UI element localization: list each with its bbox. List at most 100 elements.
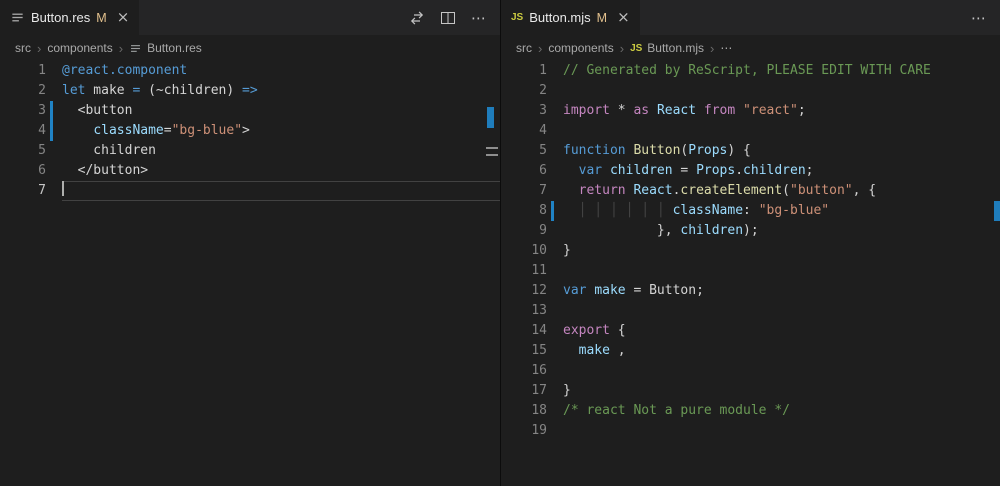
token: ( — [782, 183, 790, 198]
code-line[interactable]: 3 import * as React from "react"; — [501, 101, 1000, 121]
line-number[interactable]: 17 — [501, 381, 547, 401]
breadcrumb-symbol-ellipsis[interactable]: ⋯ — [720, 41, 732, 55]
code-text[interactable]: var children = Props.children; — [563, 161, 1000, 181]
code-text[interactable]: export { — [563, 321, 1000, 341]
token: "bg-blue" — [172, 123, 242, 138]
line-number[interactable]: 4 — [0, 121, 46, 141]
line-number[interactable]: 7 — [501, 181, 547, 201]
line-number[interactable]: 4 — [501, 121, 547, 141]
breadcrumb-item-src[interactable]: src — [516, 41, 532, 55]
breadcrumb-item-components[interactable]: components — [47, 41, 112, 55]
line-number[interactable]: 18 — [501, 401, 547, 421]
tab-button-mjs[interactable]: JS Button.mjs M × — [501, 0, 640, 35]
code-line[interactable]: 10} — [501, 241, 1000, 261]
code-line[interactable]: 16 — [501, 361, 1000, 381]
code-editor-javascript[interactable]: 1 // Generated by ReScript, PLEASE EDIT W… — [501, 61, 1000, 486]
code-line[interactable]: 2 — [501, 81, 1000, 101]
line-number[interactable]: 1 — [0, 61, 46, 81]
line-number[interactable]: 8 — [501, 201, 547, 221]
token: => — [242, 83, 258, 98]
close-icon[interactable]: × — [617, 10, 630, 25]
code-line[interactable]: 6 var children = Props.children; — [501, 161, 1000, 181]
code-text[interactable]: children — [62, 141, 500, 161]
line-number[interactable]: 5 — [501, 141, 547, 161]
line-number[interactable]: 15 — [501, 341, 547, 361]
breadcrumb-file[interactable]: Button.res — [129, 41, 202, 55]
code-line[interactable]: 19 — [501, 421, 1000, 441]
breadcrumb-item-components[interactable]: components — [548, 41, 613, 55]
code-text[interactable]: │ │ │ │ │ │ className: "bg-blue" — [563, 201, 1000, 221]
code-line[interactable]: 17} — [501, 381, 1000, 401]
code-text[interactable] — [563, 121, 1000, 141]
code-text[interactable]: // Generated by ReScript, PLEASE EDIT WI… — [563, 61, 1000, 81]
code-text[interactable]: </button> — [62, 161, 500, 181]
line-number[interactable]: 3 — [0, 101, 46, 121]
line-number[interactable]: 5 — [0, 141, 46, 161]
line-number[interactable]: 6 — [0, 161, 46, 181]
line-number[interactable]: 10 — [501, 241, 547, 261]
token — [563, 203, 579, 218]
code-text[interactable]: className="bg-blue"> — [62, 121, 500, 141]
code-line[interactable]: 11 — [501, 261, 1000, 281]
line-number[interactable]: 6 — [501, 161, 547, 181]
code-text[interactable] — [563, 301, 1000, 321]
code-line[interactable]: 9 }, children); — [501, 221, 1000, 241]
code-text[interactable]: function Button(Props) { — [563, 141, 1000, 161]
code-text[interactable] — [563, 361, 1000, 381]
code-line[interactable]: 7 return React.createElement("button", { — [501, 181, 1000, 201]
code-text[interactable]: let make = (~children) => — [62, 81, 500, 101]
line-number[interactable]: 16 — [501, 361, 547, 381]
line-number[interactable]: 11 — [501, 261, 547, 281]
code-line[interactable]: 12 var make = Button; — [501, 281, 1000, 301]
code-text[interactable]: @react.component — [62, 61, 500, 81]
close-icon[interactable]: × — [117, 10, 130, 25]
code-line[interactable]: 18 /* react Not a pure module */ — [501, 401, 1000, 421]
line-number[interactable]: 1 — [501, 61, 547, 81]
tab-button-res[interactable]: Button.res M × — [0, 0, 139, 35]
code-line[interactable]: 3 <button — [0, 101, 500, 121]
open-changes-icon[interactable] — [406, 7, 428, 29]
line-number[interactable]: 14 — [501, 321, 547, 341]
code-text[interactable]: import * as React from "react"; — [563, 101, 1000, 121]
line-number[interactable]: 7 — [0, 181, 46, 201]
code-text[interactable]: <button — [62, 101, 500, 121]
code-text[interactable]: }, children); — [563, 221, 1000, 241]
code-line[interactable]: 7 — [0, 181, 500, 201]
line-number[interactable]: 9 — [501, 221, 547, 241]
code-text[interactable] — [563, 81, 1000, 101]
more-actions-icon[interactable]: ⋯ — [468, 7, 490, 29]
code-line[interactable]: 13 — [501, 301, 1000, 321]
code-text[interactable] — [563, 261, 1000, 281]
code-text[interactable]: } — [563, 381, 1000, 401]
line-number[interactable]: 12 — [501, 281, 547, 301]
code-line[interactable]: 5 children — [0, 141, 500, 161]
breadcrumb-file[interactable]: JS Button.mjs — [630, 41, 704, 55]
code-line[interactable]: 1 @react.component — [0, 61, 500, 81]
code-editor-rescript[interactable]: 1 @react.component 2 let make = (~children)… — [0, 61, 500, 486]
code-line[interactable]: 8 │ │ │ │ │ │ className: "bg-blue" — [501, 201, 1000, 221]
code-line[interactable]: 14 export { — [501, 321, 1000, 341]
line-number[interactable]: 2 — [501, 81, 547, 101]
code-text[interactable] — [563, 421, 1000, 441]
line-number[interactable]: 2 — [0, 81, 46, 101]
line-number[interactable]: 19 — [501, 421, 547, 441]
breadcrumb-item-src[interactable]: src — [15, 41, 31, 55]
line-number[interactable]: 3 — [501, 101, 547, 121]
split-editor-icon[interactable] — [437, 7, 459, 29]
code-text[interactable]: var make = Button; — [563, 281, 1000, 301]
code-text[interactable]: } — [563, 241, 1000, 261]
gutter-margin — [46, 161, 62, 181]
code-text[interactable] — [62, 181, 500, 201]
code-text[interactable]: make , — [563, 341, 1000, 361]
line-number[interactable]: 13 — [501, 301, 547, 321]
code-line[interactable]: 5 function Button(Props) { — [501, 141, 1000, 161]
more-actions-icon[interactable]: ⋯ — [968, 7, 990, 29]
code-line[interactable]: 15 make , — [501, 341, 1000, 361]
code-line[interactable]: 4 — [501, 121, 1000, 141]
code-line[interactable]: 4 className="bg-blue"> — [0, 121, 500, 141]
code-line[interactable]: 6 </button> — [0, 161, 500, 181]
code-text[interactable]: return React.createElement("button", { — [563, 181, 1000, 201]
code-text[interactable]: /* react Not a pure module */ — [563, 401, 1000, 421]
code-line[interactable]: 2 let make = (~children) => — [0, 81, 500, 101]
code-line[interactable]: 1 // Generated by ReScript, PLEASE EDIT W… — [501, 61, 1000, 81]
